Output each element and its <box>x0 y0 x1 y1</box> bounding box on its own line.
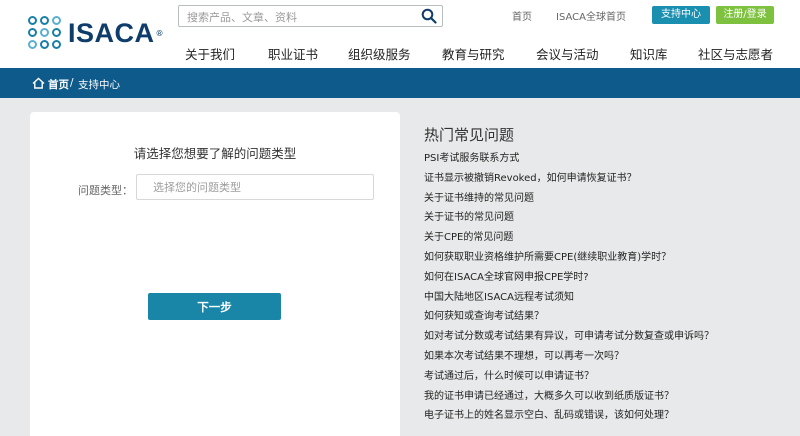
nav-knowledge[interactable]: 知识库 <box>630 44 668 63</box>
isaca-logo-icon <box>28 16 62 50</box>
breadcrumb: 首页 / 支持中心 <box>0 68 800 98</box>
faq-item[interactable]: 我的证书申请已经通过，大概多久可以收到纸质版证书？ <box>424 390 794 410</box>
faq-item[interactable]: 电子证书上的姓名显示空白、乱码或错误，该如何处理？ <box>424 409 794 429</box>
search-icon[interactable] <box>421 8 437 24</box>
nav-community[interactable]: 社区与志愿者 <box>698 44 773 63</box>
faq-item[interactable]: 关于CPE的常见问题 <box>424 231 794 251</box>
faq-list: PSI考试服务联系方式 证书显示被撤销Revoked，如何申请恢复证书？ 关于证… <box>424 152 794 429</box>
faq-item[interactable]: 中国大陆地区ISACA远程考试须知 <box>424 291 794 311</box>
faq-item[interactable]: 如何获取职业资格维护所需要CPE(继续职业教育)学时？ <box>424 251 794 271</box>
isaca-logo[interactable]: ISACA ® <box>28 16 164 50</box>
register-login-button[interactable]: 注册/登录 <box>716 6 774 24</box>
nav-certifications[interactable]: 职业证书 <box>268 44 318 63</box>
site-header: ISACA® 首页 ISACA全球首页 支持中心 注册/登录 关于我们 职业证书… <box>0 0 800 68</box>
faq-item[interactable]: 关于证书维持的常见问题 <box>424 192 794 212</box>
breadcrumb-separator: / <box>70 77 74 89</box>
faq-item[interactable]: 如何获知或查询考试结果？ <box>424 310 794 330</box>
support-center-button[interactable]: 支持中心 <box>652 6 710 24</box>
question-type-label: 问题类型： <box>78 184 133 197</box>
search-input[interactable] <box>179 7 409 28</box>
faq-item[interactable]: 关于证书的常见问题 <box>424 211 794 231</box>
nav-about[interactable]: 关于我们 <box>185 44 235 63</box>
faq-item[interactable]: 证书显示被撤销Revoked，如何申请恢复证书？ <box>424 172 794 192</box>
question-type-card: 请选择您想要了解的问题类型 问题类型： 下一步 <box>30 112 400 436</box>
faq-item[interactable]: 如何在ISACA全球官网申报CPE学时? <box>424 271 794 291</box>
faq-item[interactable]: 如对考试分数或考试结果有异议，可申请考试分数复查或申诉吗？ <box>424 330 794 350</box>
question-type-select[interactable] <box>136 174 374 200</box>
breadcrumb-current: 支持中心 <box>78 79 120 91</box>
home-icon[interactable] <box>32 77 45 89</box>
search-box <box>178 5 443 28</box>
logo-trademark: ® <box>155 28 164 38</box>
faq-item[interactable]: PSI考试服务联系方式 <box>424 152 794 172</box>
nav-events[interactable]: 会议与活动 <box>536 44 599 63</box>
nav-education[interactable]: 教育与研究 <box>442 44 505 63</box>
form-title: 请选择您想要了解的问题类型 <box>133 146 297 161</box>
next-step-button[interactable]: 下一步 <box>148 293 281 320</box>
faq-title: 热门常见问题 <box>424 126 515 144</box>
logo-text: ISACA <box>68 17 155 48</box>
breadcrumb-home[interactable]: 首页 <box>48 77 69 92</box>
top-link-home[interactable]: 首页 <box>512 8 532 23</box>
top-link-global[interactable]: ISACA全球首页 <box>556 8 626 23</box>
faq-item[interactable]: 如果本次考试结果不理想，可以再考一次吗？ <box>424 350 794 370</box>
faq-item[interactable]: 考试通过后，什么时候可以申请证书？ <box>424 370 794 390</box>
nav-enterprise[interactable]: 组织级服务 <box>348 44 411 63</box>
